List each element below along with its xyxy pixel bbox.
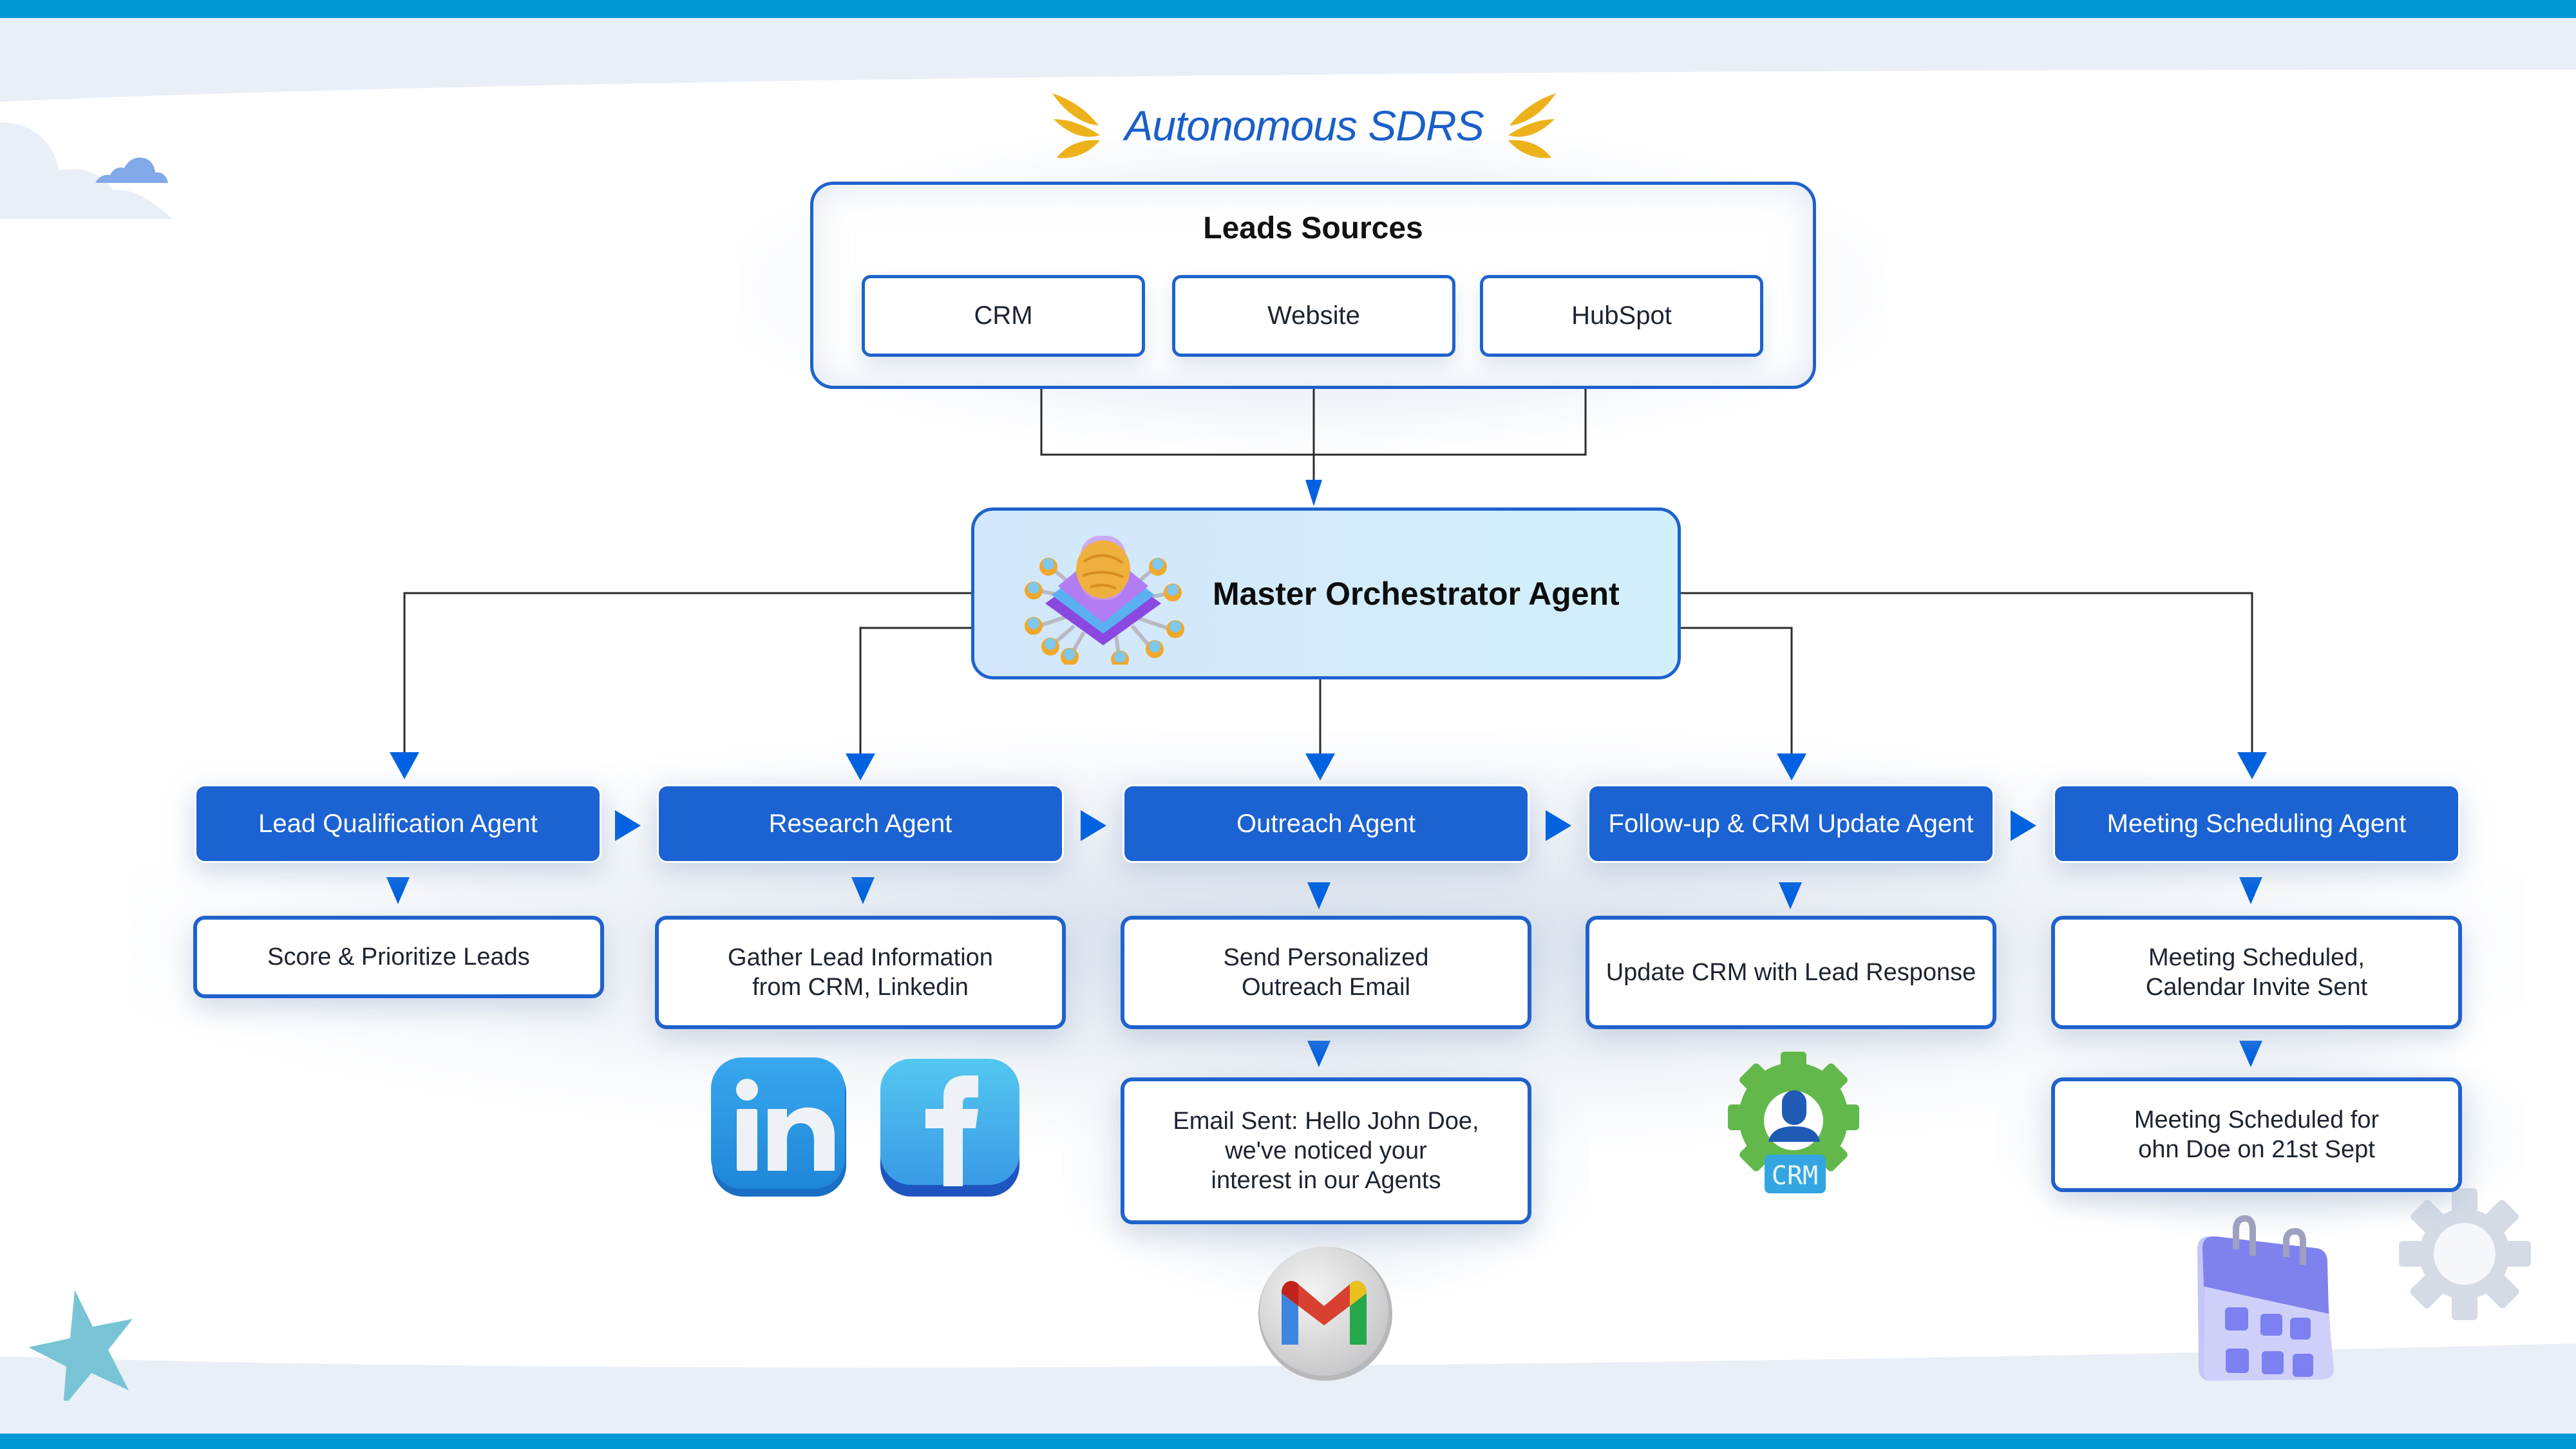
result-send-outreach-email: Send Personalized Outreach Email — [1121, 916, 1531, 1029]
connector-line — [859, 627, 971, 755]
arrow-down-icon — [1305, 753, 1335, 781]
agent-lead-qualification[interactable]: Lead Qualification Agent — [194, 784, 601, 863]
arrow-down-icon — [2239, 877, 2262, 904]
agent-followup-crm-update[interactable]: Follow-up & CRM Update Agent — [1587, 784, 1994, 863]
arrow-down-icon — [851, 877, 875, 904]
arrow-down-icon — [1777, 753, 1806, 781]
crm-icon-label: CRM — [1772, 1161, 1818, 1191]
result-gather-lead-info: Gather Lead Information from CRM, Linked… — [655, 916, 1066, 1029]
connector-line — [1681, 627, 1793, 755]
connector-line — [403, 592, 971, 755]
gmail-icon — [1258, 1247, 1392, 1381]
result-score-prioritize-leads: Score & Prioritize Leads — [193, 916, 604, 998]
arrow-down-icon — [1307, 882, 1331, 909]
connector-line — [1681, 592, 2253, 755]
arrow-right-icon — [615, 810, 641, 841]
calendar-icon — [2197, 1215, 2334, 1381]
master-orchestrator-node[interactable]: Master Orchestrator Agent — [971, 507, 1681, 679]
result-update-crm: Update CRM with Lead Response — [1586, 916, 1996, 1029]
arrow-right-icon — [1546, 810, 1571, 841]
result-email-sent: Email Sent: Hello John Doe, we've notice… — [1121, 1077, 1531, 1224]
linkedin-icon — [711, 1057, 846, 1197]
arrow-down-icon — [1779, 882, 1802, 909]
orchestrator-label: Master Orchestrator Agent — [1213, 575, 1620, 612]
brain-chip-icon — [1025, 535, 1184, 665]
arrow-right-icon — [2011, 810, 2036, 841]
facebook-icon — [880, 1059, 1019, 1197]
arrow-right-icon — [1081, 810, 1106, 841]
arrow-down-icon — [1307, 1041, 1331, 1067]
result-meeting-scheduled: Meeting Scheduled, Calendar Invite Sent — [2051, 916, 2462, 1029]
agent-meeting-scheduling[interactable]: Meeting Scheduling Agent — [2053, 784, 2460, 863]
result-meeting-confirmation: Meeting Scheduled for ohn Doe on 21st Se… — [2051, 1077, 2462, 1192]
arrow-down-icon — [386, 877, 410, 904]
arrow-down-icon — [390, 752, 419, 779]
arrow-down-icon — [1305, 480, 1322, 506]
arrow-down-icon — [846, 753, 875, 781]
agent-research[interactable]: Research Agent — [657, 784, 1064, 863]
agent-outreach[interactable]: Outreach Agent — [1122, 784, 1530, 863]
crm-gear-icon: CRM — [1728, 1052, 1859, 1193]
arrow-down-icon — [2237, 752, 2267, 779]
arrow-down-icon — [2239, 1041, 2262, 1067]
